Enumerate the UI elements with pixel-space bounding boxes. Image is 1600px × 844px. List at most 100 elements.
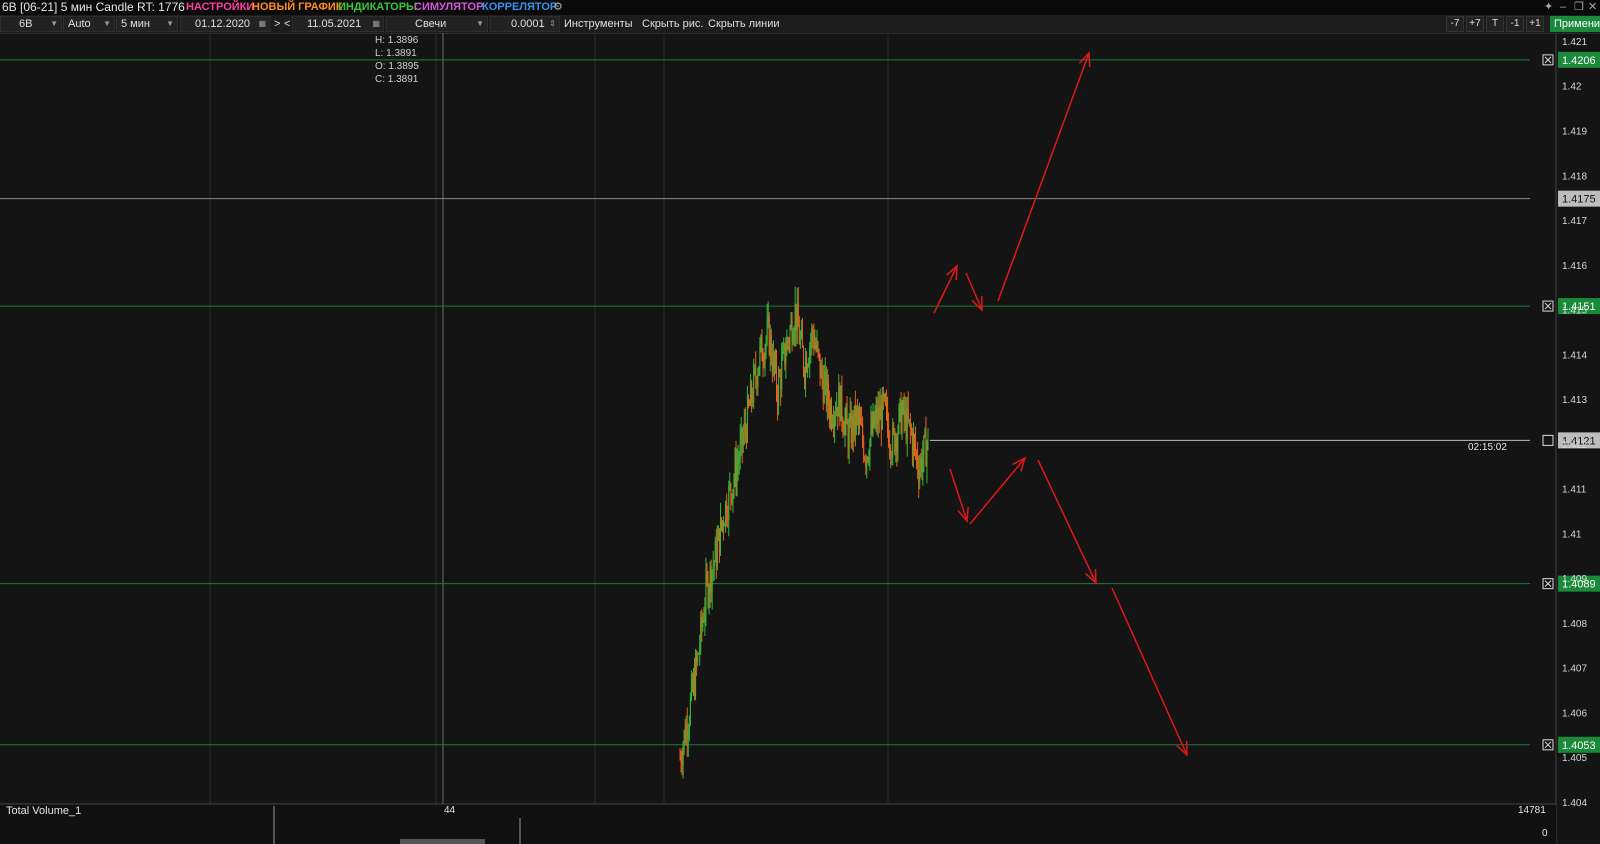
candle-body bbox=[888, 425, 890, 445]
candle-body bbox=[782, 349, 784, 360]
nav-next-button[interactable]: > bbox=[274, 16, 280, 32]
menu-simulator[interactable]: СИМУЛЯТОР bbox=[414, 0, 483, 15]
candle-body bbox=[691, 678, 693, 690]
today-button[interactable]: T bbox=[1486, 16, 1504, 32]
candle-body bbox=[732, 489, 734, 502]
candle-body bbox=[682, 746, 684, 765]
candle-body bbox=[695, 657, 697, 697]
candle-body bbox=[839, 385, 841, 422]
pin-icon[interactable]: ✦ bbox=[1544, 0, 1553, 14]
candle-body bbox=[788, 341, 790, 344]
candle-body bbox=[912, 435, 914, 455]
candle-body bbox=[892, 428, 894, 457]
calendar-icon: ▦ bbox=[372, 19, 380, 28]
candle-body bbox=[920, 457, 922, 470]
apply-button[interactable]: Применить bbox=[1550, 16, 1600, 32]
chart-type-select[interactable]: Свечи ▼ bbox=[386, 16, 488, 32]
candle-body bbox=[719, 517, 721, 554]
tools-button[interactable]: Инструменты bbox=[564, 16, 633, 32]
y-tick-label: 1.411 bbox=[1562, 485, 1587, 496]
candle-body bbox=[741, 428, 743, 446]
candle-body bbox=[790, 320, 792, 329]
candle-body bbox=[701, 616, 703, 627]
candle-body bbox=[708, 590, 710, 603]
candle-body bbox=[780, 375, 782, 390]
candle-body bbox=[856, 409, 858, 411]
candle-body bbox=[927, 430, 929, 445]
candle-body bbox=[737, 462, 739, 465]
date-from-field[interactable]: 01.12.2020 ▦ bbox=[180, 16, 270, 32]
gears-icon[interactable]: ⚙ bbox=[553, 0, 563, 14]
candle-body bbox=[705, 574, 707, 611]
candle-body bbox=[899, 399, 901, 408]
hide-drawings-button[interactable]: Скрыть рис. bbox=[642, 16, 703, 32]
price-chart[interactable]: 1.42061.41511.40891.40531.41751.4121 1.4… bbox=[0, 33, 1600, 844]
stepper-arrows-icon[interactable]: ⇕ bbox=[549, 17, 556, 31]
tick-size-value: 0.0001 bbox=[511, 18, 545, 30]
candle-body bbox=[806, 357, 808, 372]
shift-plus-1-button[interactable]: +1 bbox=[1526, 16, 1544, 32]
candle-body bbox=[704, 610, 706, 621]
minimize-icon[interactable]: – bbox=[1560, 0, 1566, 14]
candle-body bbox=[738, 459, 740, 463]
candle-body bbox=[829, 405, 831, 419]
candle-body bbox=[712, 566, 714, 571]
candle-body bbox=[764, 347, 766, 364]
candle-body bbox=[836, 407, 838, 415]
y-tick-label: 1.404 bbox=[1562, 798, 1587, 809]
shift-minus-1-button[interactable]: -1 bbox=[1506, 16, 1524, 32]
candle-body bbox=[924, 430, 926, 436]
candle-body bbox=[915, 440, 917, 453]
ohlc-low: L: 1.3891 bbox=[375, 48, 417, 59]
timeframe-select[interactable]: 5 мин ▼ bbox=[116, 16, 178, 32]
menu-indicators[interactable]: ИНДИКАТОРЫ bbox=[338, 0, 417, 15]
candle-body bbox=[754, 367, 756, 370]
candle-body bbox=[769, 335, 771, 355]
candle-body bbox=[760, 336, 762, 346]
volume-pane-bg bbox=[0, 804, 1556, 844]
candle-body bbox=[837, 407, 839, 417]
volume-title: Total Volume_1 bbox=[6, 805, 82, 817]
tick-size-stepper[interactable]: 0.0001 ⇕ bbox=[490, 16, 560, 32]
candle-body bbox=[910, 428, 912, 434]
shift-minus-7-button[interactable]: -7 bbox=[1446, 16, 1464, 32]
shift-plus-7-button[interactable]: +7 bbox=[1466, 16, 1484, 32]
candle-body bbox=[852, 415, 854, 436]
candle-body bbox=[823, 378, 825, 403]
hide-lines-button[interactable]: Скрыть линии bbox=[708, 16, 780, 32]
candle-body bbox=[826, 381, 828, 405]
ohlc-open: O: 1.3895 bbox=[375, 61, 419, 72]
candle-body bbox=[800, 330, 802, 337]
nav-prev-button[interactable]: < bbox=[284, 16, 290, 32]
ohlc-readout: H: 1.3896 L: 1.3891 O: 1.3895 C: 1.3891 bbox=[375, 34, 419, 86]
candle-body bbox=[694, 674, 696, 697]
candle-body bbox=[825, 371, 827, 405]
candle-body bbox=[747, 397, 749, 405]
scale-select[interactable]: Auto ▼ bbox=[63, 16, 115, 32]
candle-body bbox=[894, 430, 896, 453]
candle-body bbox=[740, 428, 742, 441]
horizontal-scrollbar bbox=[400, 839, 485, 844]
window-title: 6B [06-21] 5 мин Candle RT: 1776 bbox=[2, 0, 185, 14]
restore-icon[interactable]: ❐ bbox=[1574, 0, 1584, 14]
menu-settings[interactable]: НАСТРОЙКИ bbox=[186, 0, 254, 15]
candle-body bbox=[813, 334, 815, 348]
close-icon[interactable]: ✕ bbox=[1588, 0, 1597, 14]
menu-correlator[interactable]: КОРРЕЛЯТОР bbox=[482, 0, 557, 15]
candle-body bbox=[685, 724, 687, 743]
candle-body bbox=[799, 336, 801, 344]
candle-body bbox=[847, 424, 849, 451]
candle-body bbox=[853, 405, 855, 436]
date-to-field[interactable]: 11.05.2021 ▦ bbox=[292, 16, 384, 32]
candle-body bbox=[722, 521, 724, 527]
candle-body bbox=[781, 359, 783, 390]
candle-body bbox=[917, 454, 919, 470]
y-tick-label: 1.418 bbox=[1562, 171, 1587, 182]
candle-body bbox=[749, 404, 751, 406]
menu-new-chart[interactable]: НОВЫЙ ГРАФИК bbox=[252, 0, 342, 15]
symbol-select[interactable]: 6B ▼ bbox=[0, 16, 62, 32]
candle-body bbox=[680, 758, 682, 764]
candle-body bbox=[812, 329, 814, 335]
candle-body bbox=[879, 405, 881, 421]
candle-body bbox=[761, 336, 763, 361]
